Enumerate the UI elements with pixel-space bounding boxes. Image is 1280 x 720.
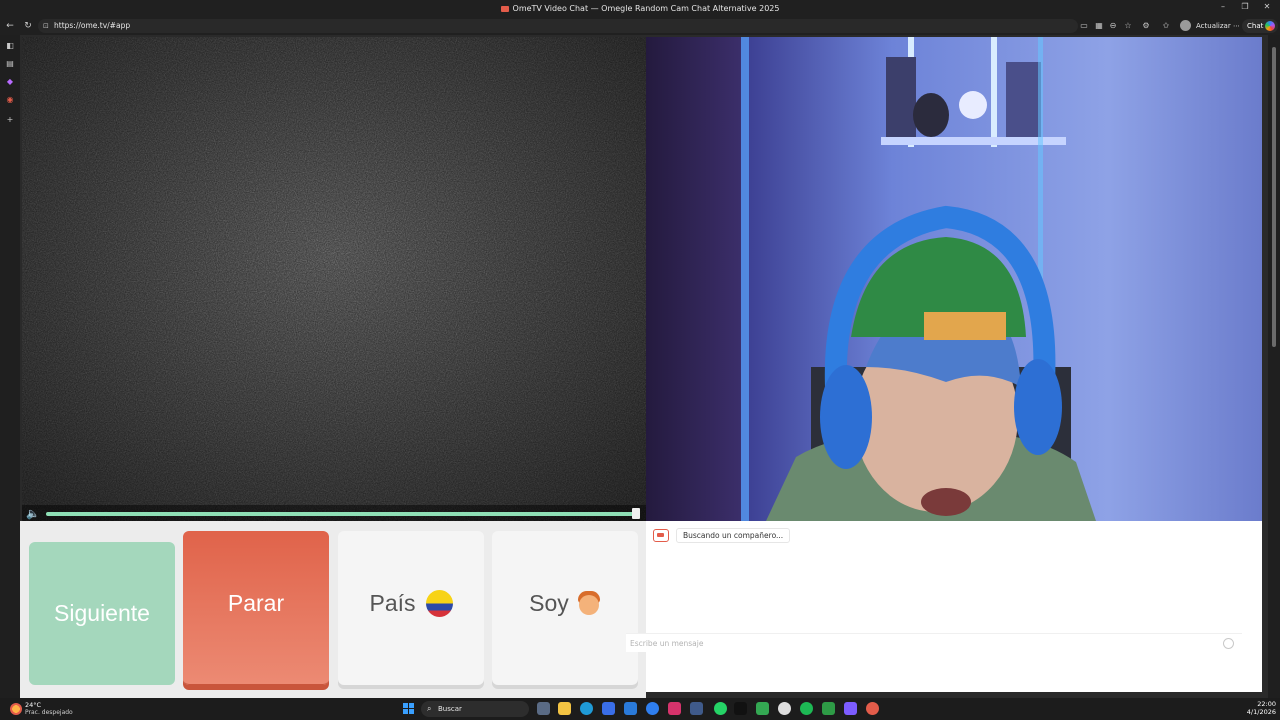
profile-avatar[interactable]	[1180, 20, 1191, 31]
google-drive-icon[interactable]	[756, 702, 769, 715]
clock-date: 4/1/2026	[1246, 708, 1276, 716]
favorites-icon[interactable]: ✩	[1161, 21, 1171, 31]
search-label: Buscar	[438, 705, 462, 713]
spotify-icon[interactable]	[800, 702, 813, 715]
message-input-bar	[626, 633, 1242, 652]
browser-sidebar: ◧ ▤ ◆ ◉ +	[0, 35, 20, 698]
system-status-message: Buscando un compañero...	[676, 528, 791, 543]
instagram-icon[interactable]	[668, 702, 681, 715]
static-noise	[22, 37, 646, 521]
file-explorer-icon[interactable]	[558, 702, 571, 715]
twitch-tab-icon[interactable]: ◆	[5, 77, 15, 87]
app-icon[interactable]	[690, 702, 703, 715]
chat-label: Chat	[1247, 22, 1264, 30]
window-title: OmeTV Video Chat — Omegle Random Cam Cha…	[0, 4, 1280, 13]
task-view-icon[interactable]	[537, 702, 550, 715]
page-scrollbar[interactable]	[1268, 35, 1280, 698]
taskbar: 24°C Prac. despejado ⌕ Buscar 22:00 4/1/…	[0, 698, 1280, 720]
clock[interactable]: 22:00 4/1/2026	[1244, 700, 1276, 716]
next-button[interactable]: Siguiente	[29, 542, 175, 685]
tab-actions-icon[interactable]: ◧	[5, 41, 15, 51]
app-available-icon[interactable]: ▦	[1094, 21, 1104, 31]
speaker-icon[interactable]: 🔈	[26, 507, 40, 521]
xbox-icon[interactable]	[822, 702, 835, 715]
mail-icon[interactable]	[624, 702, 637, 715]
self-camera-video	[646, 37, 1262, 521]
gender-label: Soy	[529, 590, 569, 616]
ometv-logo-icon	[653, 529, 669, 542]
chrome-icon[interactable]	[646, 702, 659, 715]
url-text: https://ome.tv/#app	[54, 21, 131, 30]
stop-label: Parar	[227, 590, 285, 616]
colombia-flag-icon	[425, 590, 453, 617]
game-app-icon[interactable]	[844, 702, 857, 715]
window-title-text: OmeTV Video Chat — Omegle Random Cam Cha…	[512, 4, 780, 13]
ometv-favicon-icon	[500, 6, 509, 12]
opera-icon[interactable]	[866, 702, 879, 715]
chat-panel: Buscando un compañero...	[646, 521, 1262, 692]
scrollbar-thumb[interactable]	[1272, 47, 1276, 347]
site-info-icon[interactable]: ⊡	[43, 19, 49, 33]
webcam-image	[646, 37, 1262, 521]
favorite-star-icon[interactable]: ☆	[1123, 21, 1133, 31]
add-tab-icon[interactable]: +	[5, 115, 15, 125]
country-label: País	[369, 590, 416, 616]
weather-temp: 24°C	[25, 701, 42, 709]
settings-icon[interactable]	[778, 702, 791, 715]
weather-condition: Prac. despejado	[25, 709, 73, 716]
ometv-tab-icon[interactable]: ◉	[5, 95, 15, 105]
emoji-icon[interactable]	[1223, 638, 1234, 649]
control-panel: Siguiente Parar País Soy	[20, 521, 646, 698]
search-icon: ⌕	[427, 704, 432, 713]
boy-emoji-icon	[577, 590, 601, 616]
country-selector[interactable]: País	[338, 531, 484, 685]
extensions-icon[interactable]: ⚙	[1141, 21, 1151, 31]
ometv-app: 🔈 Siguiente Parar País Soy Buscando un c…	[20, 35, 1268, 698]
copilot-icon	[1265, 21, 1275, 31]
maximize-button[interactable]: ❐	[1234, 2, 1256, 14]
update-button[interactable]: Actualizar ⋯	[1196, 20, 1240, 32]
address-bar: ← ↻ ⊡ https://ome.tv/#app ▭ ▦ ⊖ ☆ ⚙ ✩ Ac…	[0, 17, 1280, 35]
collections-icon[interactable]: ▤	[5, 59, 15, 69]
weather-icon	[10, 703, 22, 715]
start-button-icon[interactable]	[403, 703, 414, 714]
zoom-icon[interactable]: ⊖	[1108, 21, 1118, 31]
clock-time: 22:00	[1257, 700, 1276, 708]
window-title-bar: OmeTV Video Chat — Omegle Random Cam Cha…	[0, 0, 1280, 17]
url-field[interactable]: ⊡ https://ome.tv/#app	[38, 19, 1078, 33]
copilot-chat-button[interactable]: Chat	[1242, 19, 1278, 33]
message-input[interactable]	[630, 636, 1210, 650]
volume-slider[interactable]	[46, 512, 636, 516]
gender-selector[interactable]: Soy	[492, 531, 638, 685]
tiktok-icon[interactable]	[734, 702, 747, 715]
edge-browser-icon[interactable]	[580, 702, 593, 715]
screen-cast-icon[interactable]: ▭	[1079, 21, 1089, 31]
close-window-button[interactable]: ✕	[1256, 2, 1278, 14]
next-label: Siguiente	[54, 600, 150, 626]
whatsapp-icon[interactable]	[714, 702, 727, 715]
minimize-button[interactable]: –	[1212, 2, 1234, 14]
update-label: Actualizar	[1196, 22, 1231, 30]
taskbar-search[interactable]: ⌕ Buscar	[421, 701, 529, 717]
store-icon[interactable]	[602, 702, 615, 715]
refresh-button[interactable]: ↻	[22, 20, 34, 32]
back-button[interactable]: ←	[4, 20, 16, 32]
weather-widget[interactable]: 24°C Prac. despejado	[8, 700, 88, 718]
volume-slider-handle[interactable]	[632, 508, 640, 519]
partner-video	[22, 37, 646, 521]
stop-button[interactable]: Parar	[183, 531, 329, 685]
